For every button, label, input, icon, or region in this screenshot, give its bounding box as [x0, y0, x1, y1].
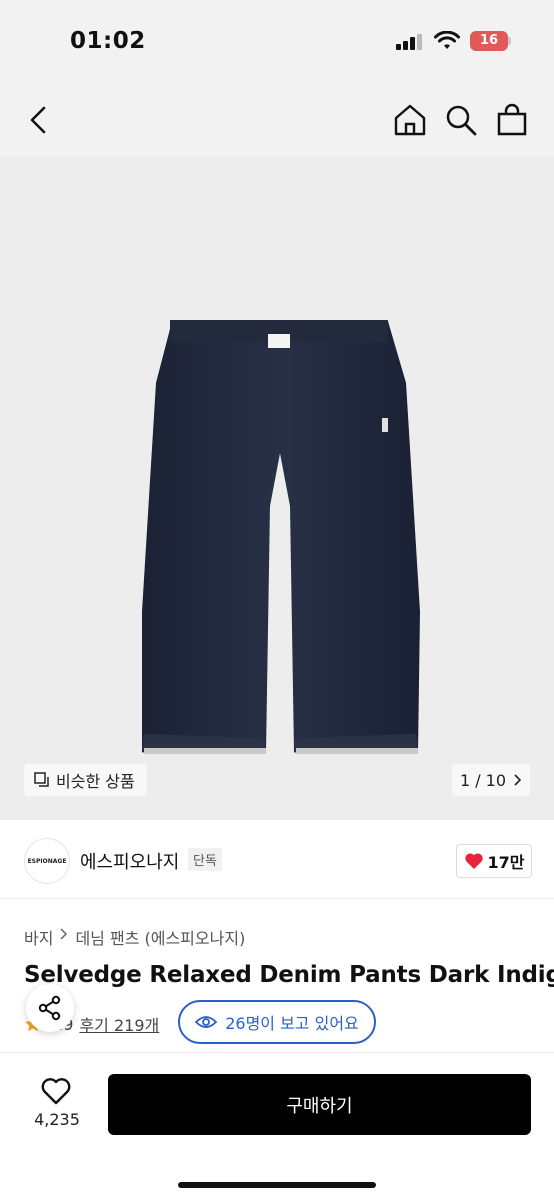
reviews-link[interactable]: 후기 219개	[79, 1012, 159, 1036]
brand-like-count: 17만	[487, 853, 525, 872]
breadcrumb: 바지 데님 팬츠 (에스피오나지)	[24, 925, 245, 949]
signal-icon	[396, 34, 422, 50]
back-icon[interactable]	[22, 102, 58, 138]
battery-tip	[508, 37, 511, 45]
status-time: 01:02	[70, 28, 146, 54]
viewers-badge: 26명이 보고 있어요	[178, 1000, 376, 1044]
share-button[interactable]	[26, 984, 74, 1032]
brand-logo-text: ESPIONAGE	[27, 857, 67, 865]
similar-label: 비슷한 상품	[56, 772, 135, 791]
product-image-area[interactable]: 비슷한 상품 1 / 10	[0, 156, 554, 820]
divider	[0, 898, 554, 899]
bag-icon[interactable]	[494, 102, 530, 138]
similar-icon	[34, 772, 49, 787]
exclusive-badge: 단독	[188, 848, 222, 871]
battery-indicator: 16	[470, 31, 508, 51]
search-icon[interactable]	[443, 102, 479, 138]
brand-like-button[interactable]: 17만	[456, 844, 532, 878]
home-icon[interactable]	[392, 102, 428, 138]
buy-button[interactable]: 구매하기	[108, 1074, 531, 1135]
wifi-icon	[434, 31, 460, 49]
home-indicator	[178, 1182, 376, 1188]
share-icon	[38, 995, 61, 1021]
eye-icon	[195, 1016, 218, 1028]
product-title: Selvedge Relaxed Denim Pants Dark Indigo	[24, 962, 554, 988]
brand-logo[interactable]: ESPIONAGE	[24, 838, 70, 884]
pager-text: 1 / 10	[459, 770, 507, 790]
wish-count: 4,235	[34, 1110, 80, 1129]
breadcrumb-subcategory[interactable]: 데님 팬츠 (에스피오나지)	[75, 925, 245, 949]
breadcrumb-category[interactable]: 바지	[24, 925, 53, 949]
chevron-right-icon	[60, 928, 68, 940]
heart-icon	[464, 853, 483, 869]
similar-products-button[interactable]: 비슷한 상품	[24, 764, 147, 796]
viewers-text: 26명이 보고 있어요	[225, 1014, 359, 1033]
brand-name[interactable]: 에스피오나지	[80, 848, 179, 874]
heart-icon[interactable]	[40, 1076, 72, 1106]
image-pager[interactable]: 1 / 10	[452, 764, 530, 796]
product-image-jeans	[142, 320, 420, 754]
chevron-right-icon	[514, 774, 522, 786]
